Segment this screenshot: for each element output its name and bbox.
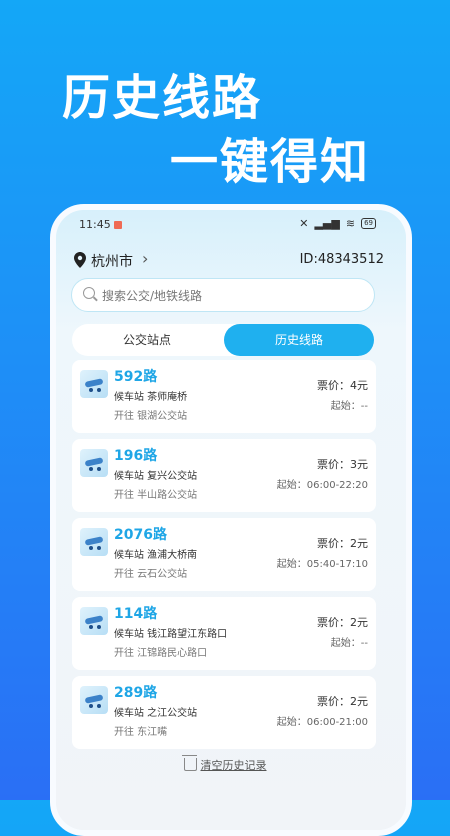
route-direction: 开往 银湖公交站 xyxy=(114,411,188,422)
service-hours: 起始：06:00-21:00 xyxy=(276,717,368,728)
status-icons: ✕ ▂▄▆ ≋ 69 xyxy=(299,217,376,230)
fare: 票价：3元 xyxy=(317,458,368,471)
route-direction: 开往 半山路公交站 xyxy=(114,490,198,501)
route-card[interactable]: 592路 候车站 茶师庵桥 开往 银湖公交站 票价：4元 起始：-- xyxy=(72,360,376,433)
city-bar: 杭州市 › ID:48343512 xyxy=(74,249,384,272)
promo-headline-1: 历史线路 xyxy=(62,70,263,126)
battery-icon: 69 xyxy=(361,218,376,229)
waiting-station: 候车站 茶师庵桥 xyxy=(114,392,188,403)
route-name: 2076路 xyxy=(114,527,167,543)
bus-icon xyxy=(80,686,108,714)
signal-icon: ▂▄▆ xyxy=(314,217,340,230)
waiting-station: 候车站 钱江路望江东路口 xyxy=(114,629,228,640)
user-id: ID:48343512 xyxy=(299,252,384,267)
search-icon xyxy=(83,287,95,299)
route-card[interactable]: 114路 候车站 钱江路望江东路口 开往 江锦路民心路口 票价：2元 起始：-- xyxy=(72,597,376,670)
chevron-right-icon[interactable]: › xyxy=(142,249,148,268)
tab-history-routes[interactable]: 历史线路 xyxy=(224,324,374,356)
phone-frame: 11:45 ✕ ▂▄▆ ≋ 69 杭州市 › ID:48343512 公交站点 xyxy=(50,204,412,836)
route-card[interactable]: 2076路 候车站 渔浦大桥南 开往 云石公交站 票价：2元 起始：05:40-… xyxy=(72,518,376,591)
route-list: 592路 候车站 茶师庵桥 开往 银湖公交站 票价：4元 起始：-- 196路 … xyxy=(72,360,376,755)
search-bar[interactable] xyxy=(71,278,375,312)
fare: 票价：2元 xyxy=(317,695,368,708)
tab-bar: 公交站点 历史线路 xyxy=(72,324,374,356)
fare: 票价：2元 xyxy=(317,537,368,550)
search-input[interactable] xyxy=(100,284,364,308)
route-name: 114路 xyxy=(114,606,158,622)
clear-history-button[interactable]: 清空历史记录 xyxy=(56,755,394,773)
route-name: 289路 xyxy=(114,685,158,701)
service-hours: 起始：-- xyxy=(330,638,368,649)
service-hours: 起始：06:00-22:20 xyxy=(276,480,368,491)
promo-banner: 历史线路 一键得知 xyxy=(0,0,450,200)
waiting-station: 候车站 复兴公交站 xyxy=(114,471,198,482)
location-pin-icon xyxy=(74,252,86,268)
route-direction: 开往 东江嘴 xyxy=(114,727,168,738)
tab-bus-stops[interactable]: 公交站点 xyxy=(72,324,222,356)
waiting-station: 候车站 渔浦大桥南 xyxy=(114,550,198,561)
bus-icon xyxy=(80,607,108,635)
notification-icon xyxy=(114,221,122,229)
route-name: 592路 xyxy=(114,369,158,385)
route-direction: 开往 江锦路民心路口 xyxy=(114,648,208,659)
app-screen: 11:45 ✕ ▂▄▆ ≋ 69 杭州市 › ID:48343512 公交站点 xyxy=(56,210,406,830)
mute-icon: ✕ xyxy=(299,217,309,230)
service-hours: 起始：05:40-17:10 xyxy=(276,559,368,570)
service-hours: 起始：-- xyxy=(330,401,368,412)
promo-headline-2: 一键得知 xyxy=(170,134,371,190)
bus-icon xyxy=(80,449,108,477)
route-name: 196路 xyxy=(114,448,158,464)
status-bar: 11:45 ✕ ▂▄▆ ≋ 69 xyxy=(56,217,394,238)
waiting-station: 候车站 之江公交站 xyxy=(114,708,198,719)
wifi-icon: ≋ xyxy=(345,217,356,230)
route-card[interactable]: 196路 候车站 复兴公交站 开往 半山路公交站 票价：3元 起始：06:00-… xyxy=(72,439,376,512)
trash-icon xyxy=(181,755,197,771)
clear-history-label: 清空历史记录 xyxy=(200,759,267,772)
status-time: 11:45 xyxy=(79,218,111,231)
fare: 票价：4元 xyxy=(317,379,368,392)
route-direction: 开往 云石公交站 xyxy=(114,569,188,580)
fare: 票价：2元 xyxy=(317,616,368,629)
city-selector[interactable]: 杭州市 xyxy=(91,251,133,271)
bus-icon xyxy=(80,370,108,398)
bus-icon xyxy=(80,528,108,556)
route-card[interactable]: 289路 候车站 之江公交站 开往 东江嘴 票价：2元 起始：06:00-21:… xyxy=(72,676,376,749)
